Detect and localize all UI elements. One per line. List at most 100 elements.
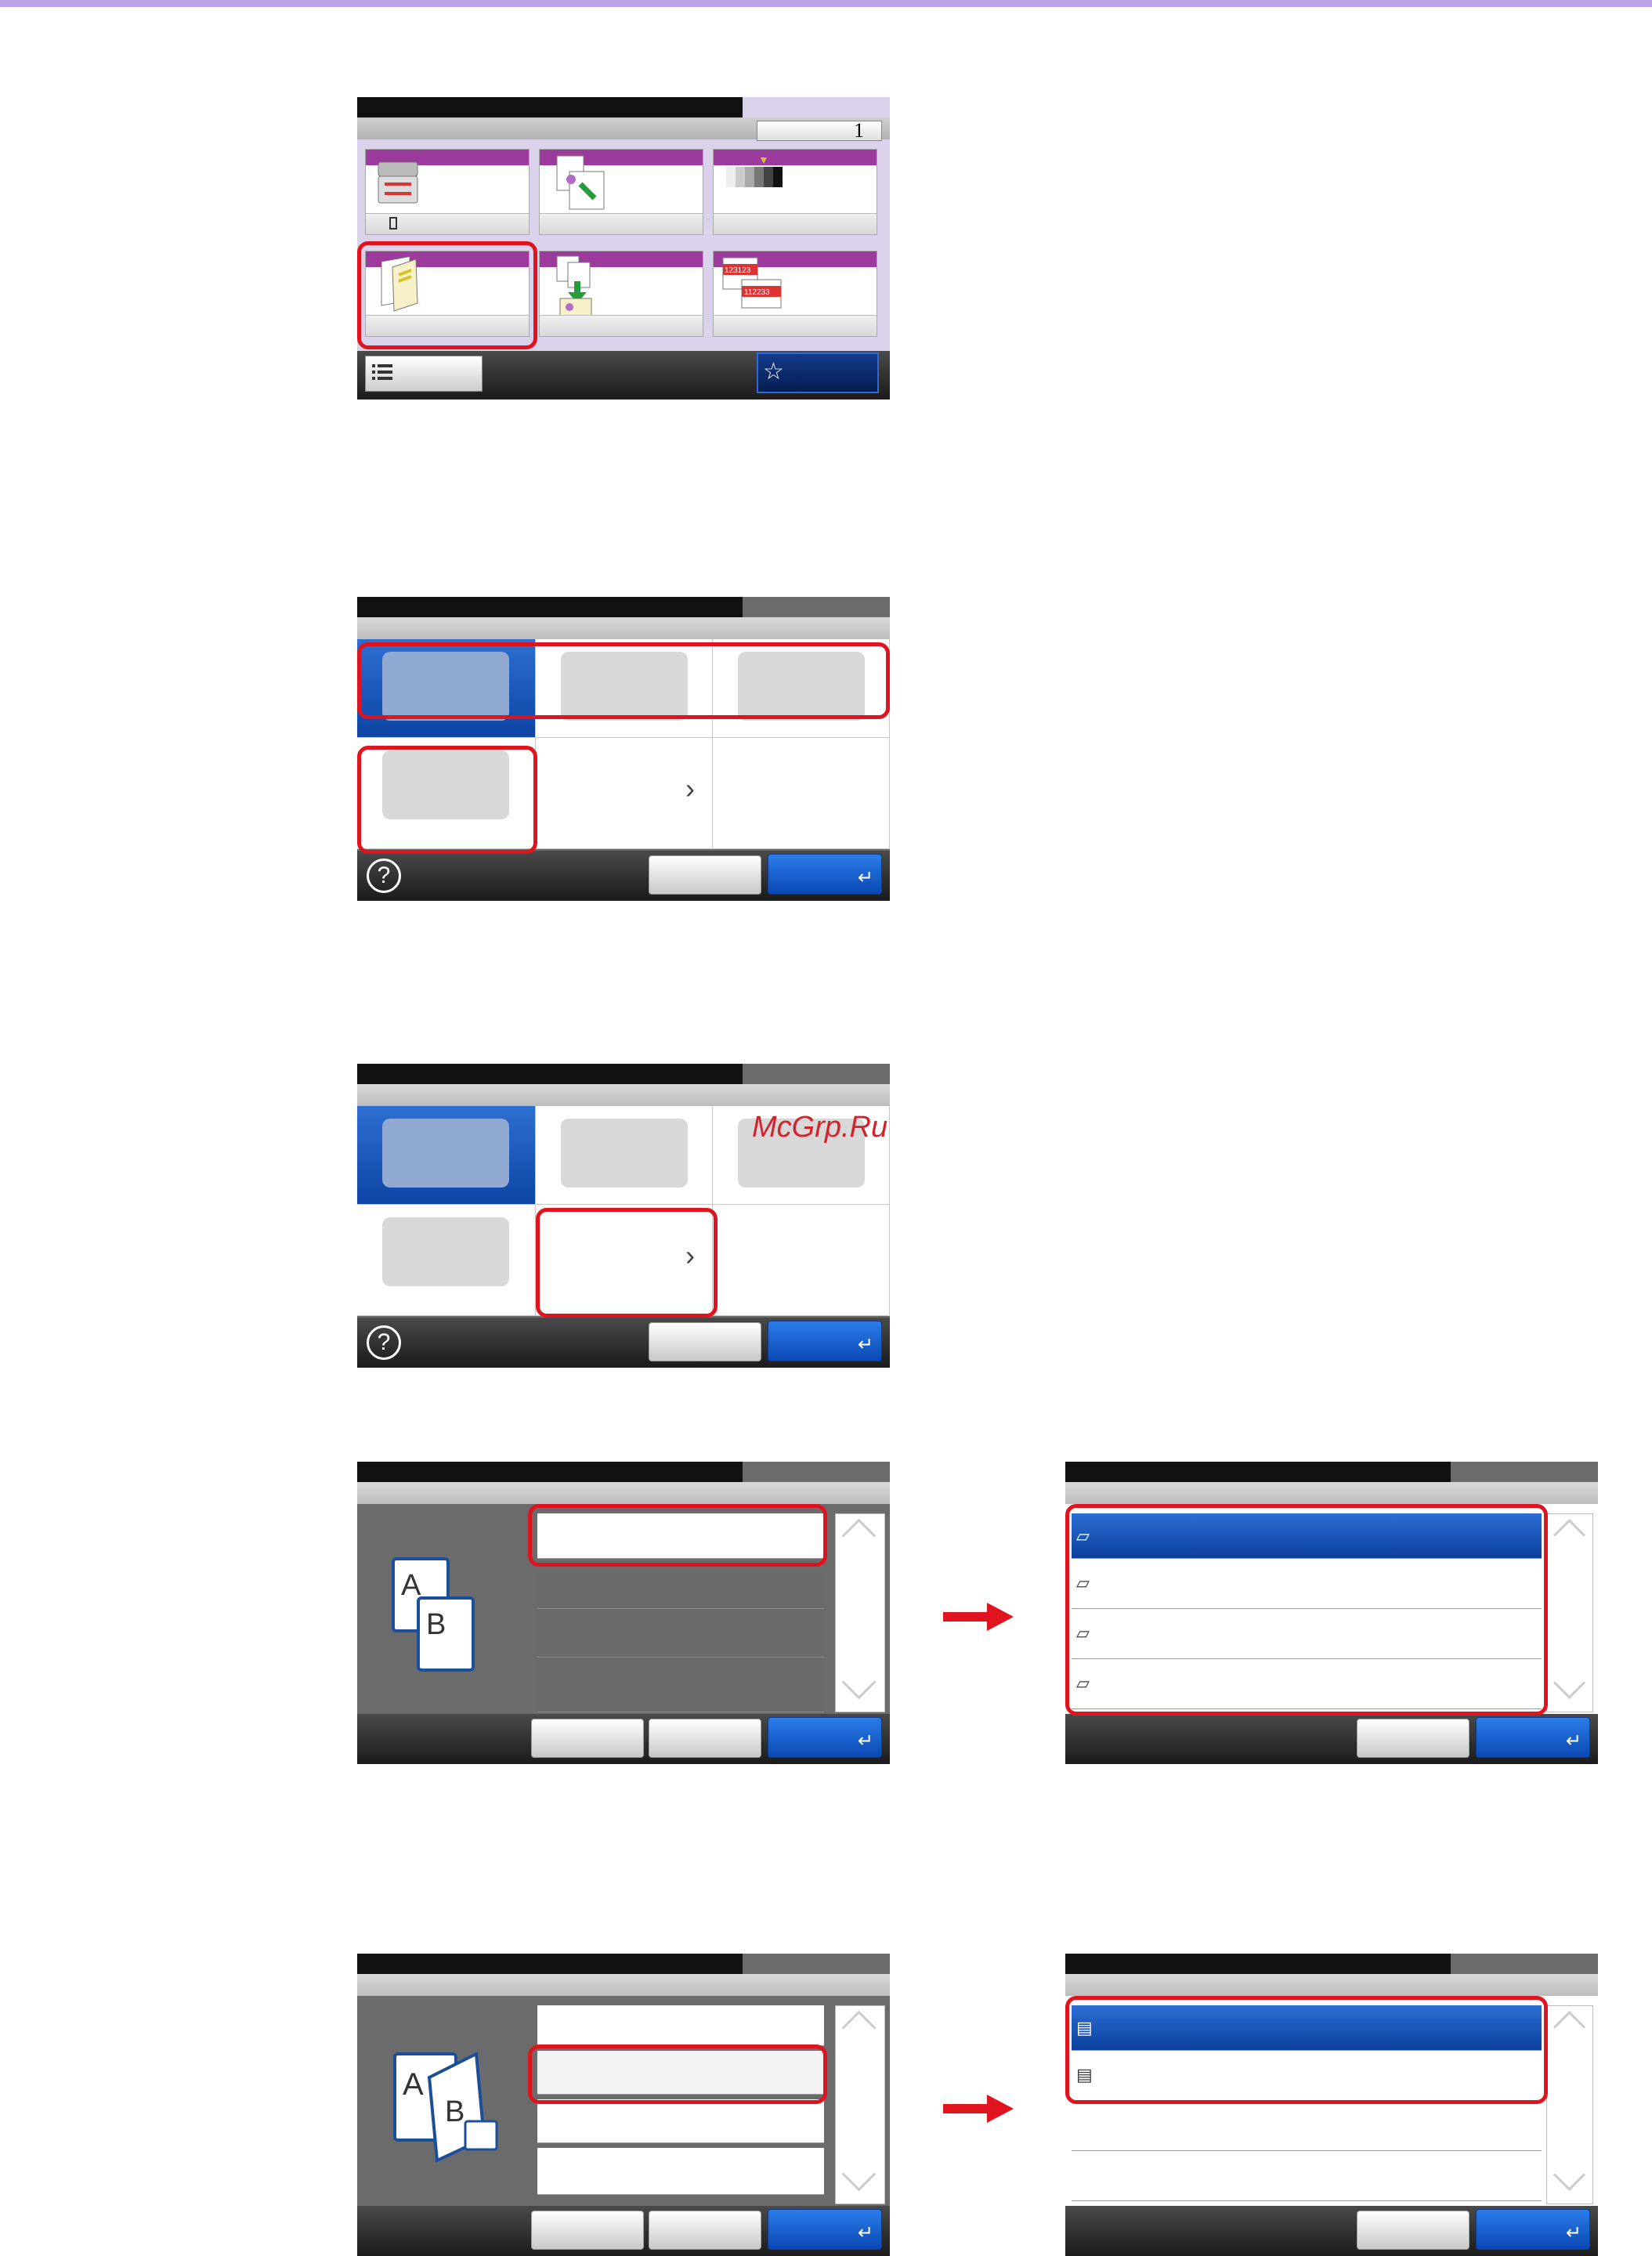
status-bar <box>1065 1974 1598 1996</box>
scroll-down-icon <box>841 2157 877 2192</box>
highlight-2sided-option <box>357 746 537 854</box>
tile-collate[interactable]: 123123 112233 <box>713 251 877 337</box>
enter-icon: ↵ <box>857 1730 873 1752</box>
tile-density[interactable] <box>713 149 877 235</box>
duplex-screen-a: › ? ↵ <box>357 597 890 901</box>
2sided-original-icon: AB <box>390 2046 500 2164</box>
help-icon[interactable]: ? <box>367 859 401 893</box>
title-bar <box>1065 1462 1451 1482</box>
scrollbar[interactable] <box>835 1513 885 1712</box>
cancel-button[interactable] <box>649 1719 761 1758</box>
tile-zoom[interactable] <box>539 149 703 235</box>
title-bar <box>357 1954 743 1974</box>
setting-row-4[interactable] <box>537 2148 824 2195</box>
watermark: McGrp.Ru <box>752 1111 888 1144</box>
enter-icon: ↵ <box>857 2222 873 2243</box>
title-bar <box>357 1064 743 1084</box>
back-button[interactable] <box>531 2211 644 2250</box>
orientation-list-screen: ▱ ▱ ▱ ▱ ↵ <box>1065 1462 1598 1764</box>
zoom-icon <box>554 154 609 211</box>
highlight-setting-row <box>528 1504 827 1567</box>
collate-label-1: 123123 <box>725 266 751 275</box>
copy-counter: 1 <box>757 121 882 141</box>
tile-footer <box>714 315 877 336</box>
setting-row-3[interactable] <box>537 1611 824 1658</box>
scroll-up-icon <box>1553 2010 1586 2044</box>
tile-footer <box>366 213 529 234</box>
svg-text:A: A <box>401 1569 421 1602</box>
help-icon[interactable]: ? <box>367 1325 401 1360</box>
setting-row-3[interactable] <box>537 2099 824 2143</box>
cancel-button[interactable] <box>649 2211 761 2250</box>
cancel-button[interactable] <box>649 1322 761 1361</box>
cancel-button[interactable] <box>1357 2211 1469 2250</box>
cancel-button[interactable] <box>649 855 761 895</box>
scroll-up-icon <box>841 1518 877 1553</box>
arrow-right-icon <box>943 1603 1014 1631</box>
scroll-up-icon <box>841 2010 877 2045</box>
tile-footer <box>540 213 703 234</box>
svg-text:B: B <box>445 2095 465 2128</box>
status-bar <box>1065 1482 1598 1504</box>
enter-icon: ↵ <box>857 867 873 888</box>
density-icon <box>723 157 786 197</box>
ok-button[interactable]: ↵ <box>1476 2209 1590 2250</box>
binding-settings-screen: AB ↵ <box>357 1954 890 2256</box>
scroll-down-icon <box>1553 2158 1586 2192</box>
tile-paper-selection[interactable] <box>365 149 530 235</box>
collate-icon: 123123 112233 <box>721 256 784 311</box>
option-2sided-to-2sided[interactable] <box>357 1205 536 1316</box>
2sided-to-2sided-icon <box>382 1217 509 1286</box>
scroll-down-icon <box>1553 1666 1586 1700</box>
tile-footer <box>540 315 703 336</box>
back-button[interactable] <box>531 1719 644 1758</box>
option-empty <box>713 738 890 849</box>
function-list-button[interactable] <box>365 356 483 392</box>
setting-row-2[interactable] <box>537 1573 824 1609</box>
enter-icon: ↵ <box>1565 2222 1582 2243</box>
ok-button[interactable]: ↵ <box>1476 1717 1590 1758</box>
1sided-to-2sided-icon <box>561 1119 688 1188</box>
cancel-button[interactable] <box>1357 1719 1469 1758</box>
setting-row-4[interactable] <box>537 1659 824 1712</box>
scrollbar[interactable] <box>1546 1513 1593 1712</box>
binding-list-screen: ▤ ▤ ↵ <box>1065 1954 1598 2256</box>
ok-button[interactable]: ↵ <box>768 854 882 895</box>
paper-size-icon <box>389 217 397 230</box>
tile-footer <box>714 213 877 234</box>
enter-icon: ↵ <box>1565 1730 1582 1752</box>
title-bar <box>357 97 743 118</box>
status-bar <box>357 1974 890 1996</box>
copy-functions-screen: 1 123123 112233 ☆ <box>357 97 890 400</box>
1sided-to-1sided-icon <box>382 1119 509 1188</box>
option-empty <box>713 1205 890 1316</box>
arrow-right-icon <box>943 2095 1014 2123</box>
tile-combine[interactable] <box>539 251 703 337</box>
enter-icon: ↵ <box>857 1334 873 1355</box>
scrollbar[interactable] <box>1546 2005 1593 2204</box>
highlight-setting-row <box>528 2044 827 2104</box>
original-settings-screen: AB ↵ <box>357 1462 890 1764</box>
option-detail[interactable]: › <box>536 738 713 849</box>
highlight-duplex-tile <box>357 241 537 349</box>
option-1sided-to-2sided[interactable] <box>536 1106 713 1205</box>
option-1sided-to-1sided[interactable] <box>357 1106 536 1205</box>
status-bar <box>357 1482 890 1504</box>
function-list-icon <box>372 363 392 381</box>
highlight-orientation-list <box>1065 1504 1548 1716</box>
paper-select-icon <box>377 157 419 206</box>
scrollbar[interactable] <box>835 2005 885 2204</box>
ok-button[interactable]: ↵ <box>768 2209 882 2250</box>
star-icon: ☆ <box>763 359 784 385</box>
chevron-right-icon: › <box>685 772 695 804</box>
ok-button[interactable]: ↵ <box>768 1321 882 1361</box>
page-top-band <box>0 0 1652 7</box>
svg-text:B: B <box>426 1608 446 1641</box>
title-bar <box>1065 1954 1451 1974</box>
setting-row-1[interactable] <box>537 2005 824 2046</box>
favorite-button[interactable]: ☆ <box>757 352 879 393</box>
title-bar <box>357 597 743 617</box>
ok-button[interactable]: ↵ <box>768 1717 882 1758</box>
duplex-screen-b: › ? ↵ <box>357 1064 890 1368</box>
list-item-3 <box>1072 2102 1542 2151</box>
